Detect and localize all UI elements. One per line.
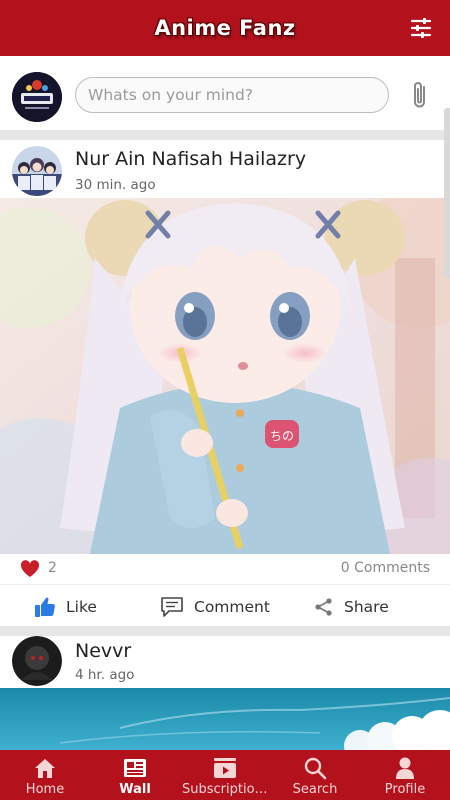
author-avatar[interactable]	[12, 146, 62, 196]
share-icon	[315, 598, 332, 616]
section-divider	[0, 626, 450, 636]
comment-icon	[161, 597, 183, 617]
paperclip-icon[interactable]	[407, 79, 433, 111]
post-actions: Like Comment Share	[0, 584, 450, 628]
app-screen: Anime Fanz Whats on your mind? Nur Ain N…	[0, 0, 450, 800]
nav-home-label: Home	[25, 782, 65, 797]
post-author-name[interactable]: Nevvr	[75, 640, 131, 662]
comment-button[interactable]: Comment	[160, 585, 270, 629]
share-label: Share	[344, 598, 389, 616]
nav-search[interactable]: Search	[270, 750, 360, 800]
post-stats: 2 0 Comments	[0, 554, 450, 584]
share-button[interactable]: Share	[314, 585, 389, 629]
home-icon	[35, 759, 55, 778]
newspaper-icon	[124, 759, 146, 777]
like-label: Like	[66, 598, 97, 616]
comment-label: Comment	[194, 598, 270, 616]
nav-subscriptions-label: Subscriptions	[182, 782, 268, 797]
status-input[interactable]: Whats on your mind?	[75, 77, 389, 113]
like-count: 2	[48, 560, 57, 576]
post-timestamp: 30 min. ago	[75, 177, 156, 193]
tune-sliders-icon[interactable]	[410, 17, 432, 39]
bottom-navigation: Home Wall Subscriptions Search Profile	[0, 750, 450, 800]
search-icon	[304, 757, 327, 780]
comment-count[interactable]: 0 Comments	[341, 560, 430, 576]
nav-profile-label: Profile	[384, 782, 426, 797]
nav-profile[interactable]: Profile	[360, 750, 450, 800]
heart-icon	[20, 560, 40, 577]
person-icon	[396, 757, 414, 779]
app-title: Anime Fanz	[154, 16, 296, 40]
like-button[interactable]: Like	[34, 585, 97, 629]
post-timestamp: 4 hr. ago	[75, 667, 135, 683]
post-card: Nevvr 4 hr. ago	[0, 636, 450, 750]
scrollbar-thumb[interactable]	[444, 108, 450, 278]
post-image[interactable]	[0, 688, 450, 750]
post-image[interactable]: ちの	[0, 198, 450, 554]
nav-search-label: Search	[292, 782, 338, 797]
nav-home[interactable]: Home	[0, 750, 90, 800]
post-composer: Whats on your mind?	[0, 56, 450, 130]
nav-wall-label: Wall	[119, 782, 151, 797]
thumbs-up-icon	[35, 597, 55, 617]
nav-subscriptions[interactable]: Subscriptions	[180, 750, 270, 800]
user-avatar[interactable]	[12, 72, 62, 122]
section-divider	[0, 130, 450, 140]
video-play-icon	[214, 758, 236, 778]
nav-wall[interactable]: Wall	[90, 750, 180, 800]
app-header: Anime Fanz	[0, 0, 450, 56]
author-avatar[interactable]	[12, 636, 62, 686]
post-author-name[interactable]: Nur Ain Nafisah Hailazry	[75, 148, 306, 170]
post-card: Nur Ain Nafisah Hailazry 30 min. ago ちの …	[0, 140, 450, 626]
